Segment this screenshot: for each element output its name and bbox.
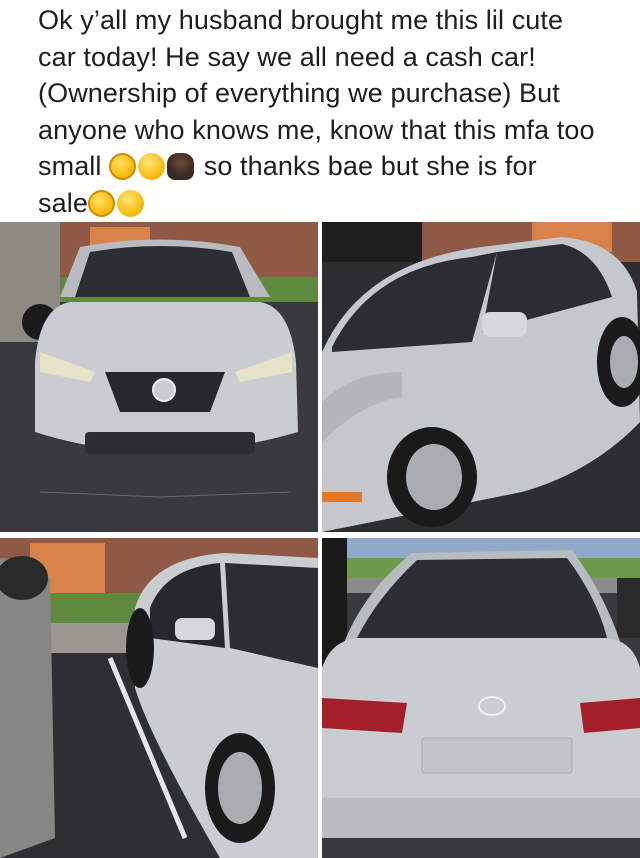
car-photo-rear[interactable] (322, 538, 640, 858)
post-line: anyone who knows me, know that this mfa … (38, 114, 595, 145)
car-rear-image (322, 538, 640, 858)
post-line: (Ownership of everything we purchase) Bu… (38, 78, 560, 108)
post-line: car today! He say we all need a cash car… (38, 41, 536, 72)
post-line-word: so thanks bae but she is for (203, 151, 537, 181)
rolling-laughing-emoji-icon (87, 189, 115, 217)
post-line-with-emoji: sale (38, 185, 628, 222)
rolling-laughing-emoji-icon (109, 153, 137, 180)
car-three-quarter-image (322, 222, 640, 532)
car-photo-side[interactable] (0, 538, 318, 858)
tired-face-emoji-icon (138, 153, 166, 180)
facepalm-emoji-icon (167, 153, 195, 180)
squinting-tongue-emoji-icon (116, 189, 144, 217)
post-line-word: small (38, 151, 102, 181)
car-side-image (0, 538, 318, 858)
car-photo-three-quarter[interactable] (322, 222, 640, 532)
post-line: Ok y’all my husband brought me this lil … (38, 5, 564, 35)
car-front-image (0, 222, 318, 532)
post-text: Ok y’all my husband brought me this lil … (38, 2, 628, 221)
photo-grid (0, 222, 640, 858)
car-photo-front[interactable] (0, 222, 318, 532)
post-line-word: sale (38, 187, 88, 218)
post-line-with-emoji: small so thanks bae but she is for (38, 148, 628, 185)
